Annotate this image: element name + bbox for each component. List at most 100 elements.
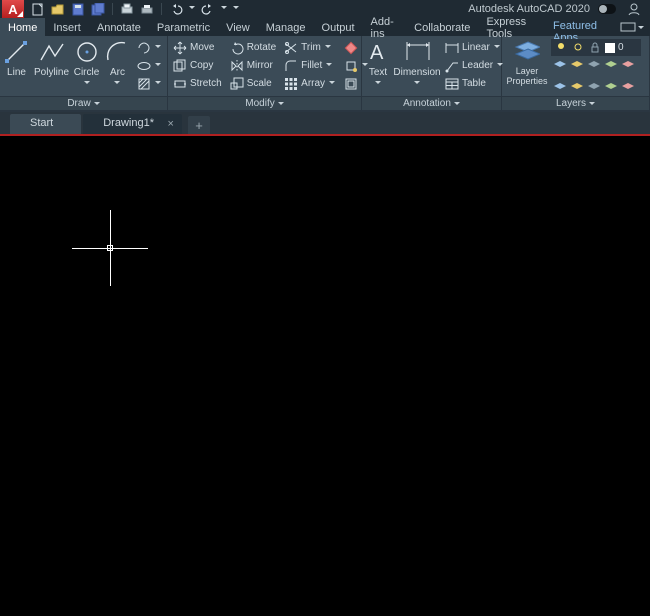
layer-make-current-icon[interactable] <box>621 59 635 73</box>
quick-access-toolbar <box>30 2 240 16</box>
panel-modify-title[interactable]: Modify <box>168 96 361 110</box>
tool-linear[interactable]: Linear <box>443 39 506 56</box>
table-icon <box>445 77 459 91</box>
panel-annotation: A Text Dimension Linear Leader Table Ann… <box>362 36 502 110</box>
tab-insert[interactable]: Insert <box>45 18 89 36</box>
theme-toggle[interactable] <box>598 4 616 14</box>
tool-dimension[interactable]: Dimension <box>395 37 439 87</box>
layer-previous-icon[interactable] <box>621 77 635 91</box>
tab-annotate[interactable]: Annotate <box>89 18 149 36</box>
tool-rotate[interactable]: Rotate <box>228 39 278 56</box>
tool-leader[interactable]: Leader <box>443 57 506 74</box>
save-icon[interactable] <box>70 2 86 16</box>
layer-thaw-icon[interactable] <box>587 77 601 91</box>
tool-scale[interactable]: Scale <box>228 75 278 92</box>
doc-tab-drawing1[interactable]: Drawing1*× <box>83 114 182 134</box>
tool-hatch[interactable] <box>135 75 164 92</box>
new-tab-button[interactable]: + <box>188 116 210 134</box>
panel-layers-title[interactable]: Layers <box>502 96 649 110</box>
tool-table[interactable]: Table <box>443 75 506 92</box>
mirror-icon <box>230 59 244 73</box>
signin-button[interactable] <box>620 3 648 16</box>
fillet-icon <box>284 59 298 73</box>
tab-express-tools[interactable]: Express Tools <box>478 18 545 36</box>
undo-icon[interactable] <box>168 2 184 16</box>
tool-circle-label: Circle <box>74 67 100 78</box>
offset-icon <box>344 77 358 91</box>
tab-collaborate[interactable]: Collaborate <box>406 18 478 36</box>
current-layer-name: 0 <box>618 42 624 53</box>
drawing-canvas[interactable] <box>0 134 650 614</box>
scale-icon <box>230 77 244 91</box>
tool-mirror[interactable]: Mirror <box>228 57 278 74</box>
tool-line-label: Line <box>7 67 26 78</box>
print-icon[interactable] <box>139 2 155 16</box>
tool-rectangle[interactable] <box>135 39 164 56</box>
explode-icon <box>344 59 358 73</box>
tool-copy[interactable]: Copy <box>171 57 224 74</box>
redo-icon[interactable] <box>200 2 216 16</box>
document-tabs: Start Drawing1*× + <box>0 112 650 134</box>
linear-icon <box>445 41 459 55</box>
tool-circle[interactable]: Circle <box>73 37 100 87</box>
ribbon-tabs: Home Insert Annotate Parametric View Man… <box>0 18 650 36</box>
panel-draw-title[interactable]: Draw <box>0 96 167 110</box>
panel-modify: Move Copy Stretch Rotate Mirror Scale Tr… <box>168 36 362 110</box>
array-icon <box>284 77 298 91</box>
qat-customize-dropdown[interactable] <box>232 2 240 16</box>
layer-unlock-icon[interactable] <box>604 77 618 91</box>
tab-parametric[interactable]: Parametric <box>149 18 218 36</box>
polyline-icon <box>39 39 65 65</box>
tab-view[interactable]: View <box>218 18 258 36</box>
dimension-icon <box>404 39 430 65</box>
panel-annotation-title[interactable]: Annotation <box>362 96 501 110</box>
layer-isolate-icon[interactable] <box>570 77 584 91</box>
layer-dropdown[interactable]: 0 <box>551 39 641 56</box>
text-icon: A <box>365 39 391 65</box>
doc-tab-start[interactable]: Start <box>10 114 81 134</box>
tool-fillet[interactable]: Fillet <box>282 57 338 74</box>
rectangle-icon <box>137 41 151 55</box>
save-as-icon[interactable] <box>90 2 106 16</box>
plot-icon[interactable] <box>119 2 135 16</box>
circle-icon <box>74 39 100 65</box>
tab-output[interactable]: Output <box>314 18 363 36</box>
erase-icon <box>344 41 358 55</box>
redo-dropdown[interactable] <box>220 2 228 16</box>
ribbon-options-button[interactable] <box>614 18 650 36</box>
tool-arc[interactable]: Arc <box>104 37 131 87</box>
layer-state-icon[interactable] <box>553 59 567 73</box>
ribbon: Line Polyline Circle Arc Draw <box>0 36 650 112</box>
tab-addins[interactable]: Add-ins <box>363 18 407 36</box>
layer-freeze-icon[interactable] <box>570 59 584 73</box>
open-file-icon[interactable] <box>50 2 66 16</box>
tool-move[interactable]: Move <box>171 39 224 56</box>
layer-lock-icon[interactable] <box>587 59 601 73</box>
tool-ellipse[interactable] <box>135 57 164 74</box>
new-file-icon[interactable] <box>30 2 46 16</box>
tool-trim[interactable]: Trim <box>282 39 338 56</box>
layer-tools-row-2 <box>551 75 646 92</box>
close-tab-icon[interactable]: × <box>168 118 174 130</box>
rotate-icon <box>230 41 244 55</box>
tool-layer-properties[interactable]: Layer Properties <box>505 37 549 87</box>
panel-draw: Line Polyline Circle Arc Draw <box>0 36 168 110</box>
svg-text:A: A <box>370 42 384 64</box>
copy-icon <box>173 59 187 73</box>
tool-text[interactable]: A Text <box>365 37 391 87</box>
tool-polyline[interactable]: Polyline <box>34 37 69 78</box>
tab-manage[interactable]: Manage <box>258 18 314 36</box>
app-menu-button[interactable]: A <box>2 0 24 18</box>
layer-color-swatch <box>605 43 615 53</box>
layer-match-icon[interactable] <box>604 59 618 73</box>
tab-home[interactable]: Home <box>0 18 45 36</box>
tool-stretch[interactable]: Stretch <box>171 75 224 92</box>
line-icon <box>3 39 29 65</box>
undo-dropdown[interactable] <box>188 2 196 16</box>
layer-off-icon[interactable] <box>553 77 567 91</box>
tab-featured-apps[interactable]: Featured Apps <box>545 18 614 36</box>
tool-line[interactable]: Line <box>3 37 30 78</box>
layer-properties-icon <box>514 39 540 65</box>
ellipse-icon <box>137 59 151 73</box>
tool-array[interactable]: Array <box>282 75 338 92</box>
